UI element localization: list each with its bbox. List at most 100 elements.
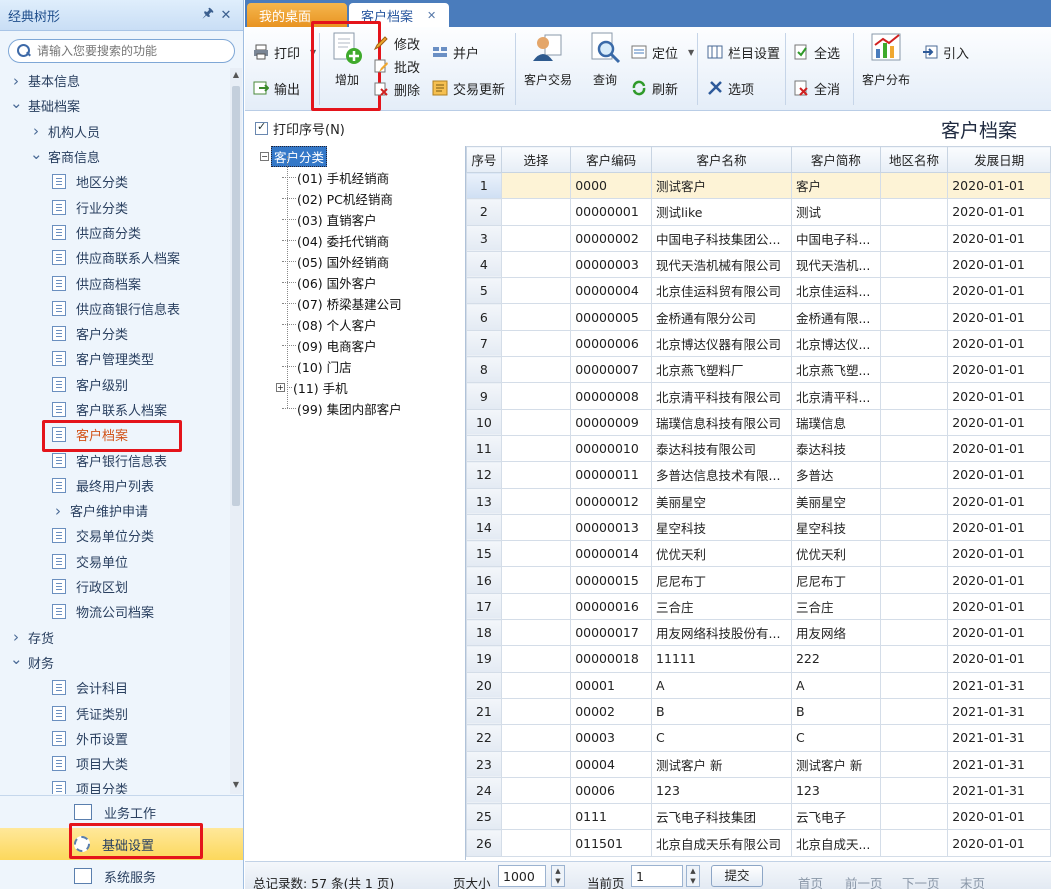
table-cell[interactable]	[500, 434, 572, 463]
tree-root-label[interactable]: 客户分类	[271, 146, 328, 167]
table-cell[interactable]	[500, 487, 572, 515]
import-button[interactable]: 引入	[922, 41, 969, 63]
tree-node-label[interactable]: (07) 桥梁基建公司	[297, 294, 402, 313]
current-page-input[interactable]: 1	[631, 865, 683, 887]
table-row[interactable]: 24 00006 123 123 2021-01-31	[466, 776, 1051, 805]
table-cell[interactable]	[500, 408, 572, 436]
first-page-link[interactable]: 首页	[798, 873, 823, 889]
table-row[interactable]: 1 0000 测试客户 客户 2020-01-01	[466, 171, 1051, 200]
submit-button[interactable]: 提交	[711, 865, 763, 887]
nav-item[interactable]: 供应商联系人档案	[0, 245, 230, 270]
chevron-right-icon[interactable]: ›	[10, 72, 22, 90]
table-cell[interactable]	[500, 776, 572, 805]
nav-item[interactable]: ⌄ 基础档案	[0, 93, 230, 118]
table-row[interactable]: 22 00003 C C 2021-01-31	[466, 724, 1051, 752]
tree-node-label[interactable]: (11) 手机	[293, 378, 348, 397]
column-settings-button[interactable]: 栏目设置	[707, 41, 780, 63]
chevron-down-icon[interactable]: ⌄	[10, 650, 23, 668]
add-button[interactable]: 增加	[317, 31, 377, 88]
tree-node-label[interactable]: (04) 委托代销商	[297, 231, 389, 250]
tree-node[interactable]: (09) 电商客户	[252, 335, 462, 356]
chevron-right-icon[interactable]: ›	[30, 122, 42, 140]
bottom-nav-business[interactable]: 业务工作	[0, 796, 243, 828]
select-all-button[interactable]: 全选	[793, 41, 840, 63]
column-header[interactable]: 地区名称	[879, 146, 949, 173]
nav-item[interactable]: 供应商分类	[0, 220, 230, 245]
column-header[interactable]: 序号	[466, 146, 502, 173]
tree-node-label[interactable]: (02) PC机经销商	[297, 189, 393, 208]
nav-item[interactable]: 行政区划	[0, 574, 230, 599]
page-size-input[interactable]: 1000	[498, 865, 546, 887]
table-row[interactable]: 6 00000005 金桥通有限分公司 金桥通有限... 2020-01-01	[466, 303, 1051, 331]
table-row[interactable]: 17 00000016 三合庄 三合庄 2020-01-01	[466, 592, 1051, 621]
tab-desktop[interactable]: 我的桌面	[247, 3, 347, 27]
table-cell[interactable]	[500, 461, 572, 489]
tree-node-label[interactable]: (10) 门店	[297, 357, 352, 376]
nav-item[interactable]: 物流公司档案	[0, 599, 230, 624]
nav-item[interactable]: 客户档案	[0, 422, 230, 447]
close-tab-icon[interactable]: ✕	[427, 9, 436, 22]
nav-item[interactable]: 项目分类	[0, 776, 230, 794]
table-cell[interactable]	[500, 224, 572, 252]
table-row[interactable]: 16 00000015 尼尼布丁 尼尼布丁 2020-01-01	[466, 566, 1051, 594]
nav-item[interactable]: 客户银行信息表	[0, 447, 230, 472]
tree-node[interactable]: (06) 国外客户	[252, 272, 462, 293]
scroll-thumb[interactable]	[232, 86, 240, 506]
nav-item[interactable]: › 存货	[0, 625, 230, 650]
table-row[interactable]: 20 00001 A A 2021-01-31	[466, 671, 1051, 699]
nav-item[interactable]: 凭证类别	[0, 700, 230, 725]
nav-scrollbar[interactable]: ▲ ▼	[230, 68, 242, 794]
table-row[interactable]: 15 00000014 优优天利 优优天利 2020-01-01	[466, 540, 1051, 568]
bottom-nav-system-service[interactable]: 系统服务	[0, 860, 243, 889]
table-row[interactable]: 4 00000003 现代天浩机械有限公司 现代天浩机... 2020-01-01	[466, 250, 1051, 279]
refresh-button[interactable]: 刷新	[631, 77, 678, 99]
chevron-right-icon[interactable]: ›	[10, 628, 22, 646]
table-cell[interactable]	[500, 303, 572, 331]
nav-item[interactable]: 地区分类	[0, 169, 230, 194]
table-cell[interactable]	[500, 645, 572, 673]
table-cell[interactable]	[500, 592, 572, 621]
table-row[interactable]: 21 00002 B B 2021-01-31	[466, 697, 1051, 726]
table-row[interactable]: 9 00000008 北京清平科技有限公司 北京清平科... 2020-01-01	[466, 382, 1051, 410]
tree-node-label[interactable]: (03) 直销客户	[297, 210, 377, 229]
nav-item[interactable]: ⌄ 客商信息	[0, 144, 230, 169]
current-page-spinner[interactable]: ▲ ▼	[686, 865, 700, 887]
table-cell[interactable]	[500, 382, 572, 410]
expand-icon[interactable]: +	[276, 383, 285, 392]
table-cell[interactable]	[500, 829, 572, 857]
table-cell[interactable]	[500, 619, 572, 647]
nav-item[interactable]: 最终用户列表	[0, 473, 230, 498]
table-cell[interactable]	[500, 171, 572, 200]
tree-node[interactable]: (04) 委托代销商	[252, 230, 462, 251]
table-row[interactable]: 8 00000007 北京燕飞塑料厂 北京燕飞塑... 2020-01-01	[466, 356, 1051, 384]
table-cell[interactable]	[500, 356, 572, 384]
export-button[interactable]: 输出	[253, 77, 300, 99]
customer-trade-button[interactable]: 客户交易	[518, 31, 578, 88]
dropdown-arrow-icon[interactable]: ▼	[310, 48, 316, 57]
print-button[interactable]: 打印 ▼	[253, 41, 316, 63]
tree-node-label[interactable]: (09) 电商客户	[297, 336, 377, 355]
chevron-right-icon[interactable]: ›	[52, 502, 64, 520]
trade-update-button[interactable]: 交易更新	[432, 77, 505, 99]
options-button[interactable]: 选项	[707, 77, 754, 99]
table-row[interactable]: 13 00000012 美丽星空 美丽星空 2020-01-01	[466, 487, 1051, 515]
table-row[interactable]: 7 00000006 北京博达仪器有限公司 北京博达仪... 2020-01-01	[466, 329, 1051, 358]
dropdown-arrow-icon[interactable]: ▼	[688, 48, 694, 57]
tree-node-label[interactable]: (08) 个人客户	[297, 315, 377, 334]
customer-distribution-button[interactable]: 客户分布	[856, 31, 916, 88]
table-row[interactable]: 25 0111 云飞电子科技集团 云飞电子 2020-01-01	[466, 803, 1051, 831]
close-icon[interactable]: ✕	[217, 8, 235, 23]
bottom-nav-basic-settings[interactable]: 基础设置	[0, 828, 243, 860]
scroll-down-icon[interactable]: ▼	[230, 780, 242, 792]
nav-item[interactable]: › 客户维护申请	[0, 498, 230, 523]
prev-page-link[interactable]: 前一页	[845, 873, 883, 889]
chevron-down-icon[interactable]: ⌄	[30, 145, 43, 163]
column-header[interactable]: 客户编码	[570, 146, 653, 173]
table-row[interactable]: 14 00000013 星空科技 星空科技 2020-01-01	[466, 513, 1051, 542]
column-header[interactable]: 客户简称	[790, 146, 881, 173]
batch-modify-button[interactable]: 批改	[373, 55, 420, 77]
nav-item[interactable]: 供应商银行信息表	[0, 296, 230, 321]
merge-button[interactable]: 并户	[432, 41, 479, 63]
pin-icon[interactable]: 🖈	[199, 4, 217, 26]
table-cell[interactable]	[500, 724, 572, 752]
